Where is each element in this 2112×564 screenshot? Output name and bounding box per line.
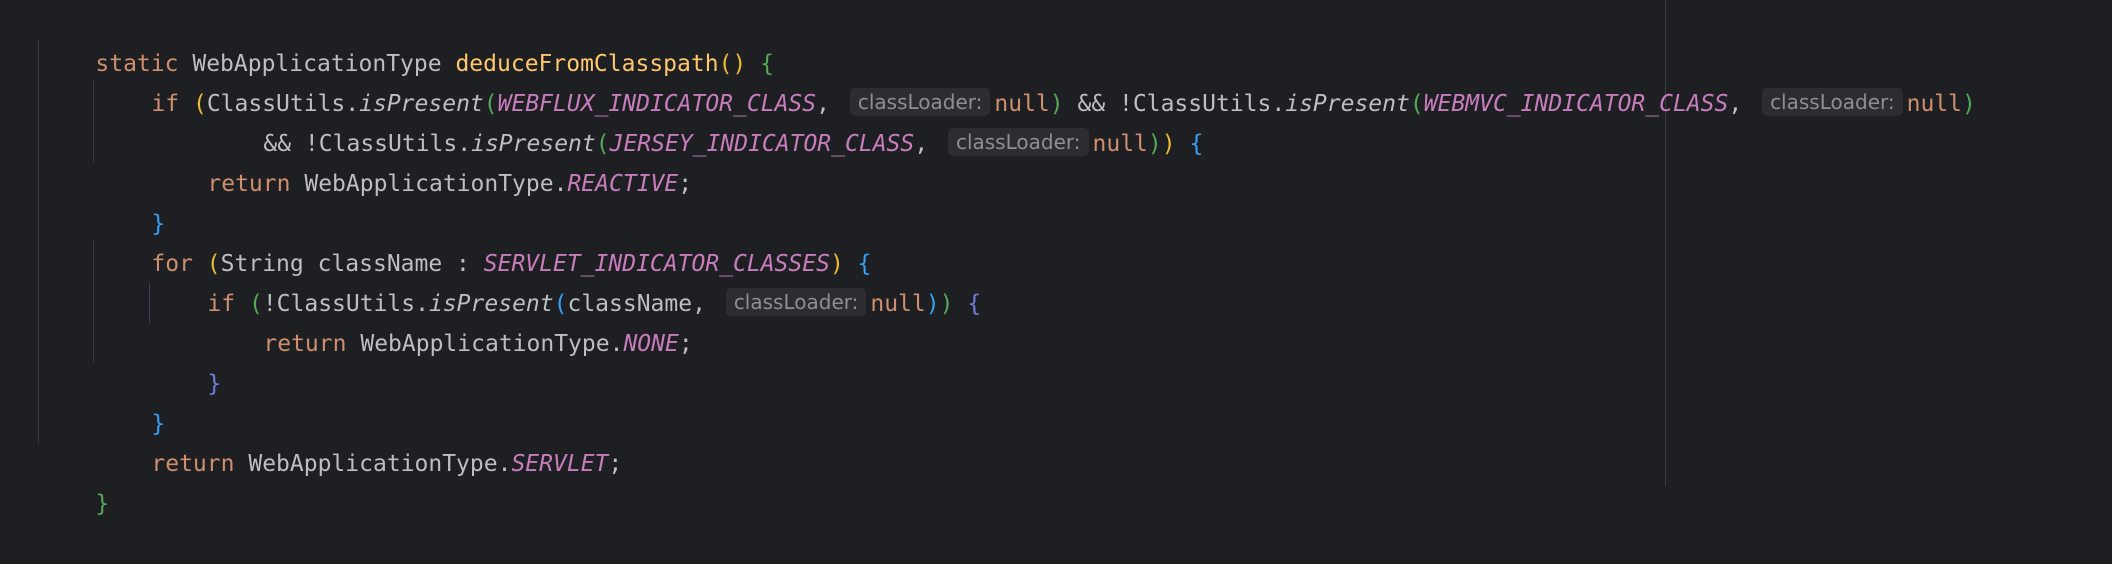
comma: , [692,291,706,317]
code-line-9[interactable]: } [152,324,221,397]
paren-close: ) [1147,131,1162,157]
keyword-return: return [263,331,347,357]
code-line-8[interactable]: return WebApplicationType.NONE; [208,284,692,357]
type-ref: WebApplicationType. [304,171,568,197]
indent-guide-for [93,240,94,362]
paren-open: ( [192,91,207,117]
code-line-12[interactable]: } [40,444,109,517]
brace-open: { [967,291,982,317]
semicolon: ; [678,331,693,357]
code-line-6[interactable]: for (String className : SERVLET_INDICATO… [96,204,871,277]
comma: , [914,131,929,157]
indent-guide-if [93,80,94,162]
code-editor[interactable]: static WebApplicationType deduceFromClas… [0,0,2112,517]
keyword-if: if [151,91,180,117]
type-ref: WebApplicationType. [360,331,624,357]
constant: SERVLET [511,451,609,477]
paren-close: ) [1161,131,1176,157]
keyword-return: return [207,171,291,197]
inlay-hint: classLoader: [947,128,1089,156]
indent-guide-inner-if [149,283,150,323]
inlay-hint: classLoader: [1762,88,1903,116]
code-line-5[interactable]: } [96,164,165,237]
code-line-1[interactable]: static WebApplicationType deduceFromClas… [40,4,774,77]
constant: WEBMVC_INDICATOR_CLASS [1423,91,1729,117]
comma: , [1728,91,1743,117]
constant: NONE [623,331,679,357]
paren-open: ( [1409,91,1424,117]
method-call: isPresent [1285,91,1410,117]
constant: REACTIVE [567,171,679,197]
brace-close: } [95,491,110,517]
null-literal: null [1092,131,1148,157]
type-ref: WebApplicationType. [248,451,512,477]
paren-close: ) [939,291,954,317]
code-line-11[interactable]: return WebApplicationType.SERVLET; [96,404,622,477]
code-line-4[interactable]: return WebApplicationType.REACTIVE; [152,124,692,197]
semicolon: ; [608,451,623,477]
code-line-7[interactable]: if (!ClassUtils.isPresent(className, cla… [152,244,981,317]
code-line-10[interactable]: } [96,364,165,437]
inlay-hint: classLoader: [725,288,867,316]
semicolon: ; [678,171,693,197]
null-literal: null [870,291,926,317]
code-line-3[interactable]: && !ClassUtils.isPresent(JERSEY_INDICATO… [208,84,1203,157]
indent-guide-method [38,40,39,444]
paren-close: ) [1962,91,1976,117]
brace-close: } [207,371,222,397]
code-line-2[interactable]: if (ClassUtils.isPresent(WEBFLUX_INDICAT… [96,44,1976,117]
null-literal: null [1906,91,1962,117]
paren-close: ) [925,291,940,317]
keyword-return: return [151,451,235,477]
brace-open: { [1189,131,1204,157]
